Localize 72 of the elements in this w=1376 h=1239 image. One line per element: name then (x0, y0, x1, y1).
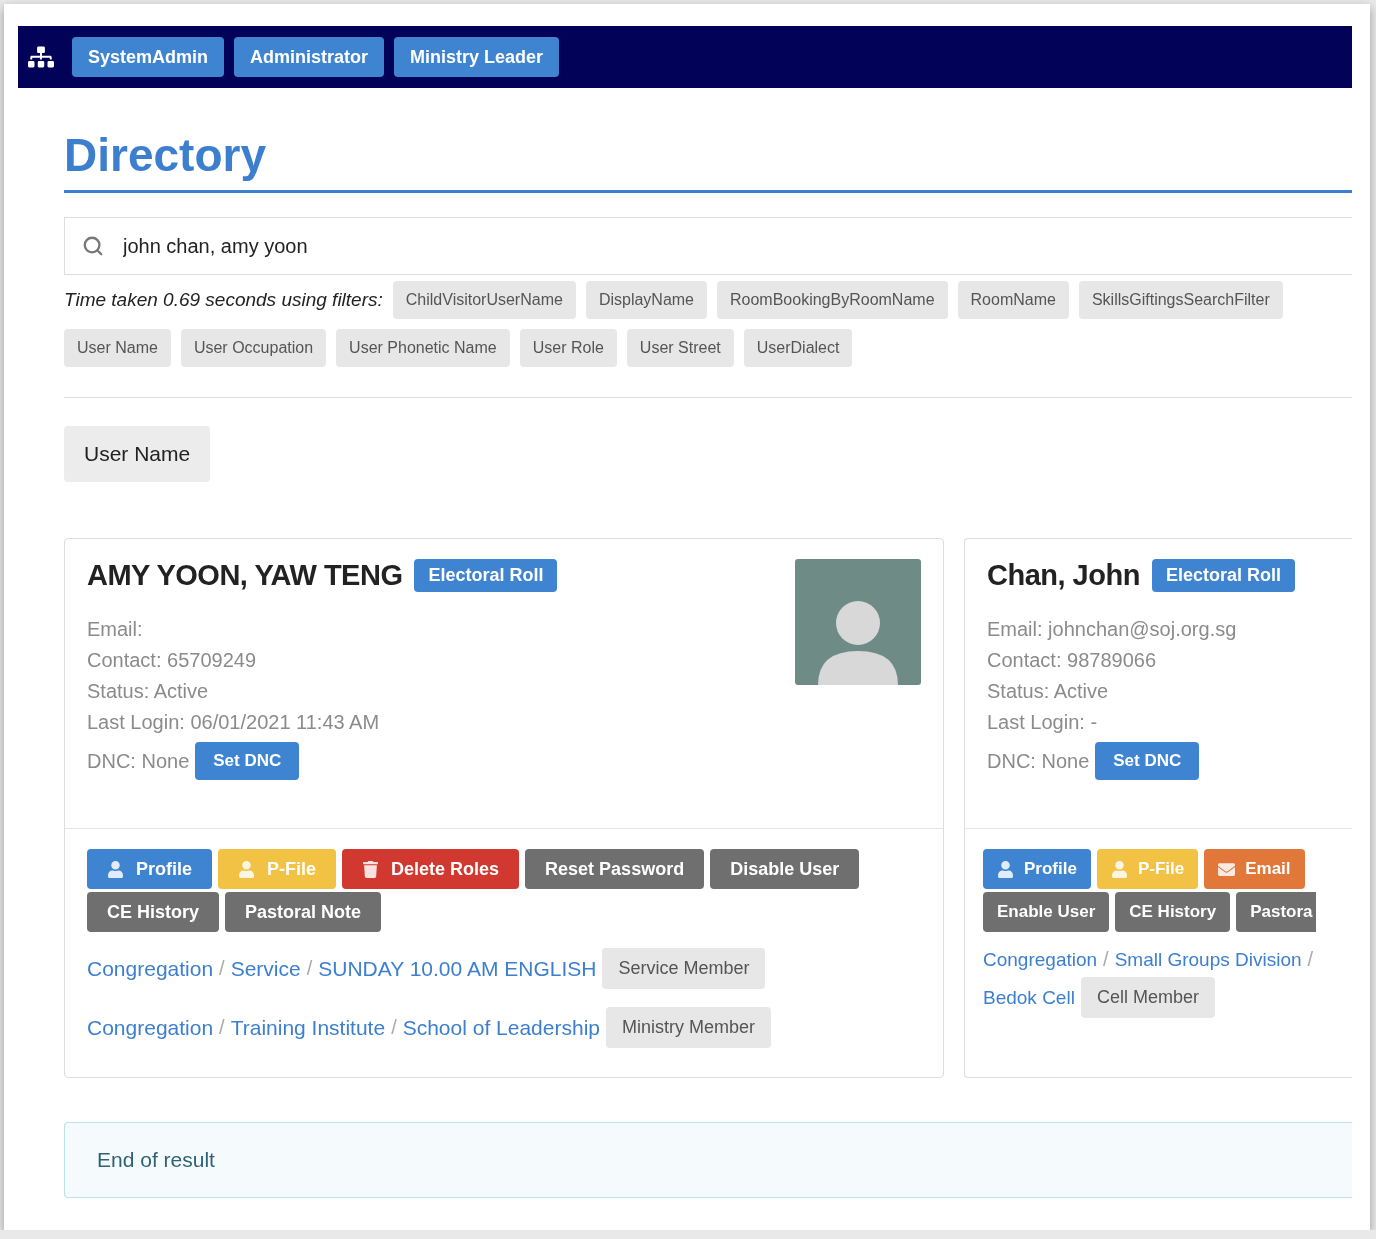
action-button[interactable]: Disable User (710, 849, 860, 889)
user-icon (238, 860, 255, 878)
user-icon (1110, 860, 1128, 878)
breadcrumb-separator: / (391, 1016, 397, 1039)
action-button[interactable]: Profile (983, 849, 1091, 889)
user-detail: Contact: 65709249 (87, 649, 258, 672)
filter-tag: User Street (626, 329, 734, 367)
role-tag: Service Member (602, 948, 766, 989)
search-icon (82, 235, 104, 257)
search-field[interactable]: john chan, amy yoon (64, 217, 1352, 275)
filter-tag: RoomBookingByRoomName (717, 281, 948, 319)
role-tag: Cell Member (1080, 977, 1215, 1018)
action-button[interactable]: Delete Roles (342, 849, 520, 889)
action-button[interactable]: CE History (1115, 892, 1231, 932)
action-button[interactable]: CE History (87, 892, 220, 932)
role-tag: Ministry Member (606, 1007, 771, 1048)
filter-tag: User Name (64, 329, 171, 367)
action-button[interactable]: Pastoral Note (225, 892, 382, 932)
filter-tag: User Occupation (180, 329, 327, 367)
role-button[interactable]: Administrator (234, 37, 385, 77)
electoral-roll-badge: Electoral Roll (414, 559, 558, 592)
role-button[interactable]: SystemAdmin (72, 37, 225, 77)
breadcrumb-separator: / (306, 957, 313, 980)
user-detail: Email: johnchan@soj.org.sg (987, 618, 1238, 641)
user-detail: Last Login: - (987, 711, 1099, 734)
dnc-status: DNC: None (87, 749, 190, 773)
user-detail: Contact: 98789066 (987, 649, 1158, 672)
breadcrumb-link[interactable]: Congregation (983, 948, 1098, 971)
user-detail: Email: (87, 618, 144, 641)
breadcrumb-separator: / (219, 957, 225, 980)
user-name: AMY YOON, YAW TENG (87, 559, 403, 592)
breadcrumb-link[interactable]: Congregation (87, 1015, 214, 1040)
page-title: Directory (64, 128, 1352, 193)
breadcrumb-link[interactable]: Bedok Cell (983, 986, 1075, 1009)
filter-tag: ChildVisitorUserName (392, 281, 576, 319)
breadcrumb-link[interactable]: SUNDAY 10.00 AM ENGLISH (318, 956, 597, 981)
breadcrumb-link[interactable]: Training Institute (230, 1015, 386, 1040)
sort-button[interactable]: User Name (64, 426, 211, 482)
search-summary: Time taken 0.69 seconds using filters: (64, 289, 383, 311)
user-name: Chan, John (987, 559, 1140, 592)
action-button[interactable]: Reset Password (525, 849, 705, 889)
user-icon (107, 860, 124, 878)
filter-tag: DisplayName (585, 281, 707, 319)
trash-icon (362, 860, 380, 878)
filter-tag: UserDialect (743, 329, 853, 367)
action-button[interactable]: Email (1204, 849, 1305, 889)
breadcrumb-separator: / (1103, 948, 1109, 971)
electoral-roll-badge: Electoral Roll (1151, 559, 1295, 592)
action-button[interactable]: Pastora (1236, 892, 1316, 932)
filter-tag: User Phonetic Name (336, 329, 510, 367)
action-button[interactable]: Enable User (983, 892, 1110, 932)
breadcrumb-link[interactable]: Service (230, 956, 301, 981)
filter-tag: SkillsGiftingsSearchFilter (1078, 281, 1283, 319)
breadcrumb-link[interactable]: School of Leadership (402, 1015, 600, 1040)
user-icon (997, 860, 1014, 878)
filter-tag: User Role (519, 329, 617, 367)
breadcrumb-separator: / (219, 1016, 225, 1039)
envelope-icon (1218, 860, 1236, 878)
breadcrumb-separator: / (1307, 948, 1314, 971)
filter-tag: RoomName (957, 281, 1069, 319)
dnc-status: DNC: None (987, 749, 1090, 773)
sitemap-icon (28, 44, 54, 70)
role-button[interactable]: Ministry Leader (394, 37, 560, 77)
user-detail: Status: Active (987, 680, 1110, 703)
set-dnc-button[interactable]: Set DNC (1095, 742, 1200, 780)
set-dnc-button[interactable]: Set DNC (195, 742, 300, 780)
breadcrumb-link[interactable]: Small Groups Division (1114, 948, 1302, 971)
breadcrumb-link[interactable]: Congregation (87, 956, 214, 981)
user-detail: Last Login: 06/01/2021 11:43 AM (87, 711, 381, 734)
action-button[interactable]: Profile (87, 849, 212, 889)
user-detail: Status: Active (87, 680, 210, 703)
result-message: End of result (97, 1148, 215, 1172)
